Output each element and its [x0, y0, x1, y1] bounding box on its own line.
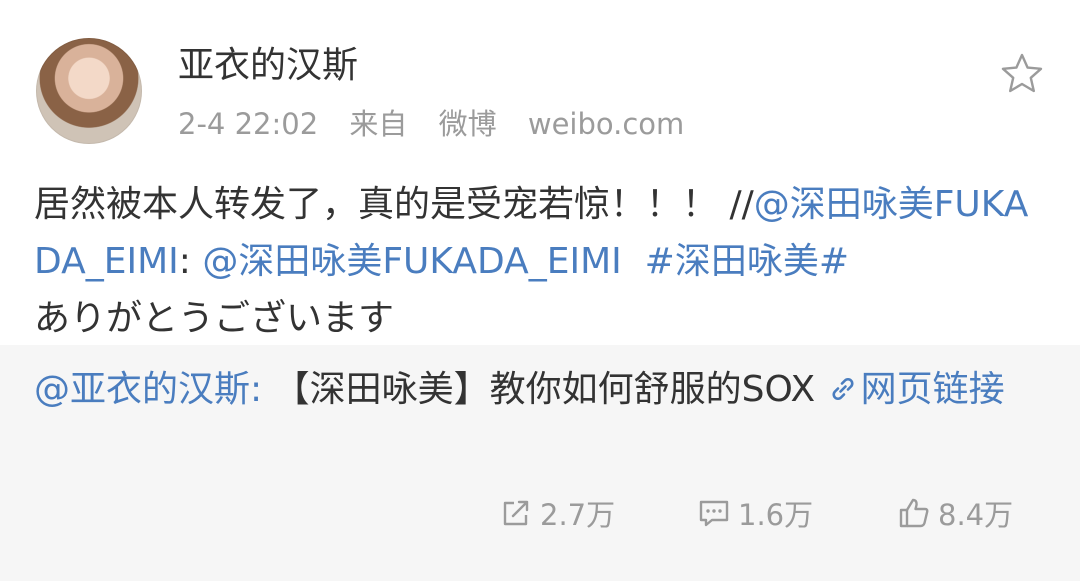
colon-separator: :: [178, 241, 203, 282]
repost-text: 【深田咏美】教你如何舒服的SOX: [273, 369, 816, 410]
repost-panel[interactable]: @亚衣的汉斯: 【深田咏美】教你如何舒服的SOX 网页链接 2.7万 1.6万: [0, 345, 1080, 581]
comment-count: 1.6万: [738, 498, 814, 532]
hashtag-link[interactable]: #深田咏美#: [645, 241, 849, 282]
like-count: 8.4万: [938, 498, 1014, 532]
share-icon: [503, 500, 529, 526]
link-icon: [832, 377, 854, 401]
post-text-tail: ありがとうございます: [34, 298, 395, 339]
comment-button[interactable]: 1.6万: [696, 488, 813, 538]
post-content: 居然被本人转发了，真的是受宠若惊！！！ //@深田咏美FUKADA_EIMI: …: [34, 176, 1050, 347]
share-count: 2.7万: [540, 498, 616, 532]
web-link[interactable]: 网页链接: [827, 369, 1005, 410]
source-app: 微博: [438, 107, 497, 141]
web-link-label: 网页链接: [860, 369, 1005, 410]
star-icon[interactable]: [998, 50, 1046, 98]
source-prefix: 来自: [349, 107, 408, 141]
user-name[interactable]: 亚衣的汉斯: [178, 44, 358, 88]
thumbs-up-icon: [899, 498, 929, 528]
post-meta: 2-4 22:02 来自 微博 weibo.com: [178, 104, 684, 144]
weibo-post: 亚衣的汉斯 2-4 22:02 来自 微博 weibo.com 居然被本人转发了…: [0, 0, 1080, 581]
post-time: 2-4 22:02: [178, 107, 319, 141]
repost-author-link[interactable]: @亚衣的汉斯:: [34, 369, 262, 410]
repost-content: @亚衣的汉斯: 【深田咏美】教你如何舒服的SOX 网页链接: [34, 361, 1050, 418]
comment-icon: [699, 500, 729, 527]
source-site: weibo.com: [527, 107, 685, 141]
post-source: 来自 微博 weibo.com: [349, 107, 684, 141]
action-bar: 2.7万 1.6万 8.4万: [0, 488, 1080, 538]
post-text: 居然被本人转发了，真的是受宠若惊！！！ //: [34, 184, 754, 225]
like-button[interactable]: 8.4万: [896, 488, 1013, 538]
mention-link[interactable]: @深田咏美FUKADA_EIMI: [202, 241, 621, 282]
avatar[interactable]: [36, 38, 142, 144]
share-button[interactable]: 2.7万: [498, 488, 615, 538]
